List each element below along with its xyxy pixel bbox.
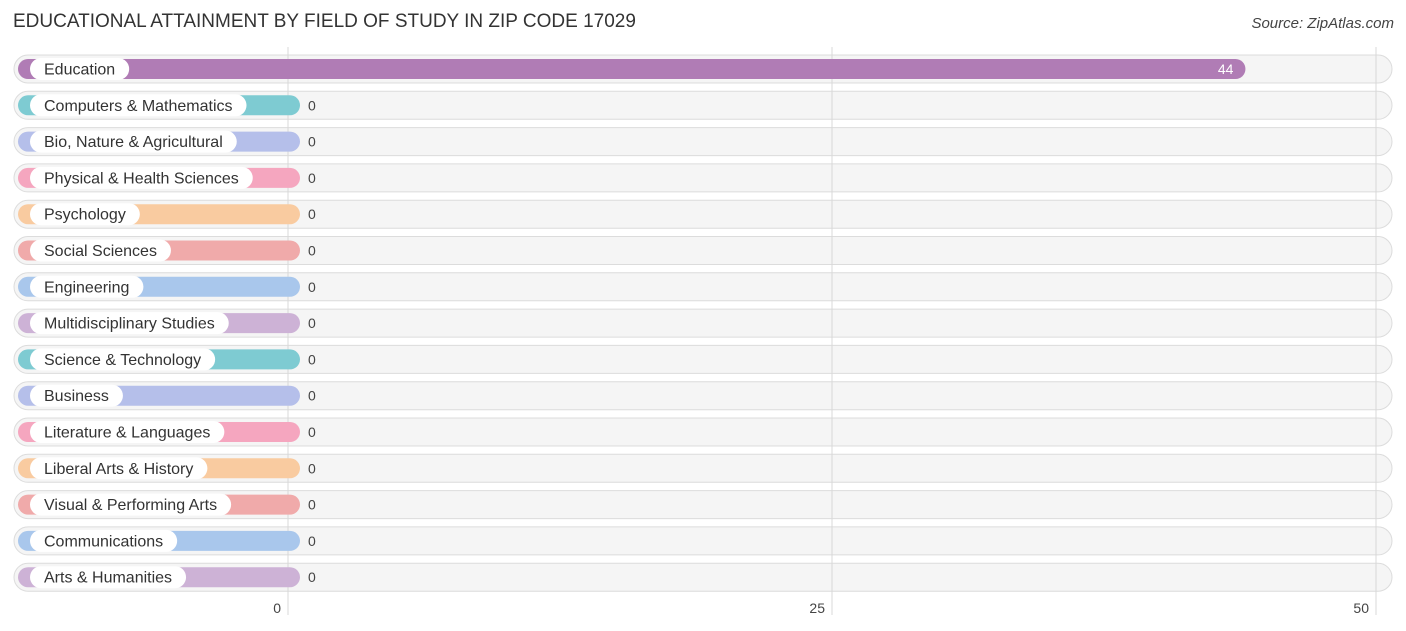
- category-label: Liberal Arts & History: [44, 461, 193, 478]
- x-tick-label: 0: [273, 600, 281, 616]
- category-label: Engineering: [44, 279, 129, 296]
- value-label: 0: [308, 351, 316, 367]
- category-label: Business: [44, 388, 109, 405]
- category-label: Literature & Languages: [44, 425, 210, 442]
- x-tick-label: 25: [809, 600, 825, 616]
- category-label: Education: [44, 62, 115, 79]
- category-label: Computers & Mathematics: [44, 98, 233, 115]
- bar: [18, 59, 1246, 79]
- value-label: 0: [308, 206, 316, 222]
- value-label: 0: [308, 497, 316, 513]
- value-label: 0: [308, 460, 316, 476]
- value-label: 0: [308, 170, 316, 186]
- bar-chart: Education 44 Computers & Mathematics 0 Bio, …: [13, 47, 1393, 616]
- category-label: Arts & Humanities: [44, 570, 172, 587]
- value-label: 44: [1218, 61, 1234, 77]
- category-label: Psychology: [44, 207, 126, 224]
- value-label: 0: [308, 424, 316, 440]
- category-label: Bio, Nature & Agricultural: [44, 134, 223, 151]
- category-label: Social Sciences: [44, 243, 157, 260]
- value-label: 0: [308, 315, 316, 331]
- category-label: Multidisciplinary Studies: [44, 316, 215, 333]
- value-label: 0: [308, 388, 316, 404]
- category-label: Science & Technology: [44, 352, 201, 369]
- value-label: 0: [308, 279, 316, 295]
- value-label: 0: [308, 243, 316, 259]
- category-label: Visual & Performing Arts: [44, 497, 217, 514]
- value-label: 0: [308, 97, 316, 113]
- category-label: Physical & Health Sciences: [44, 170, 239, 187]
- value-label: 0: [308, 134, 316, 150]
- x-tick-label: 50: [1353, 600, 1369, 616]
- value-label: 0: [308, 533, 316, 549]
- category-label: Communications: [44, 533, 163, 550]
- value-label: 0: [308, 569, 316, 585]
